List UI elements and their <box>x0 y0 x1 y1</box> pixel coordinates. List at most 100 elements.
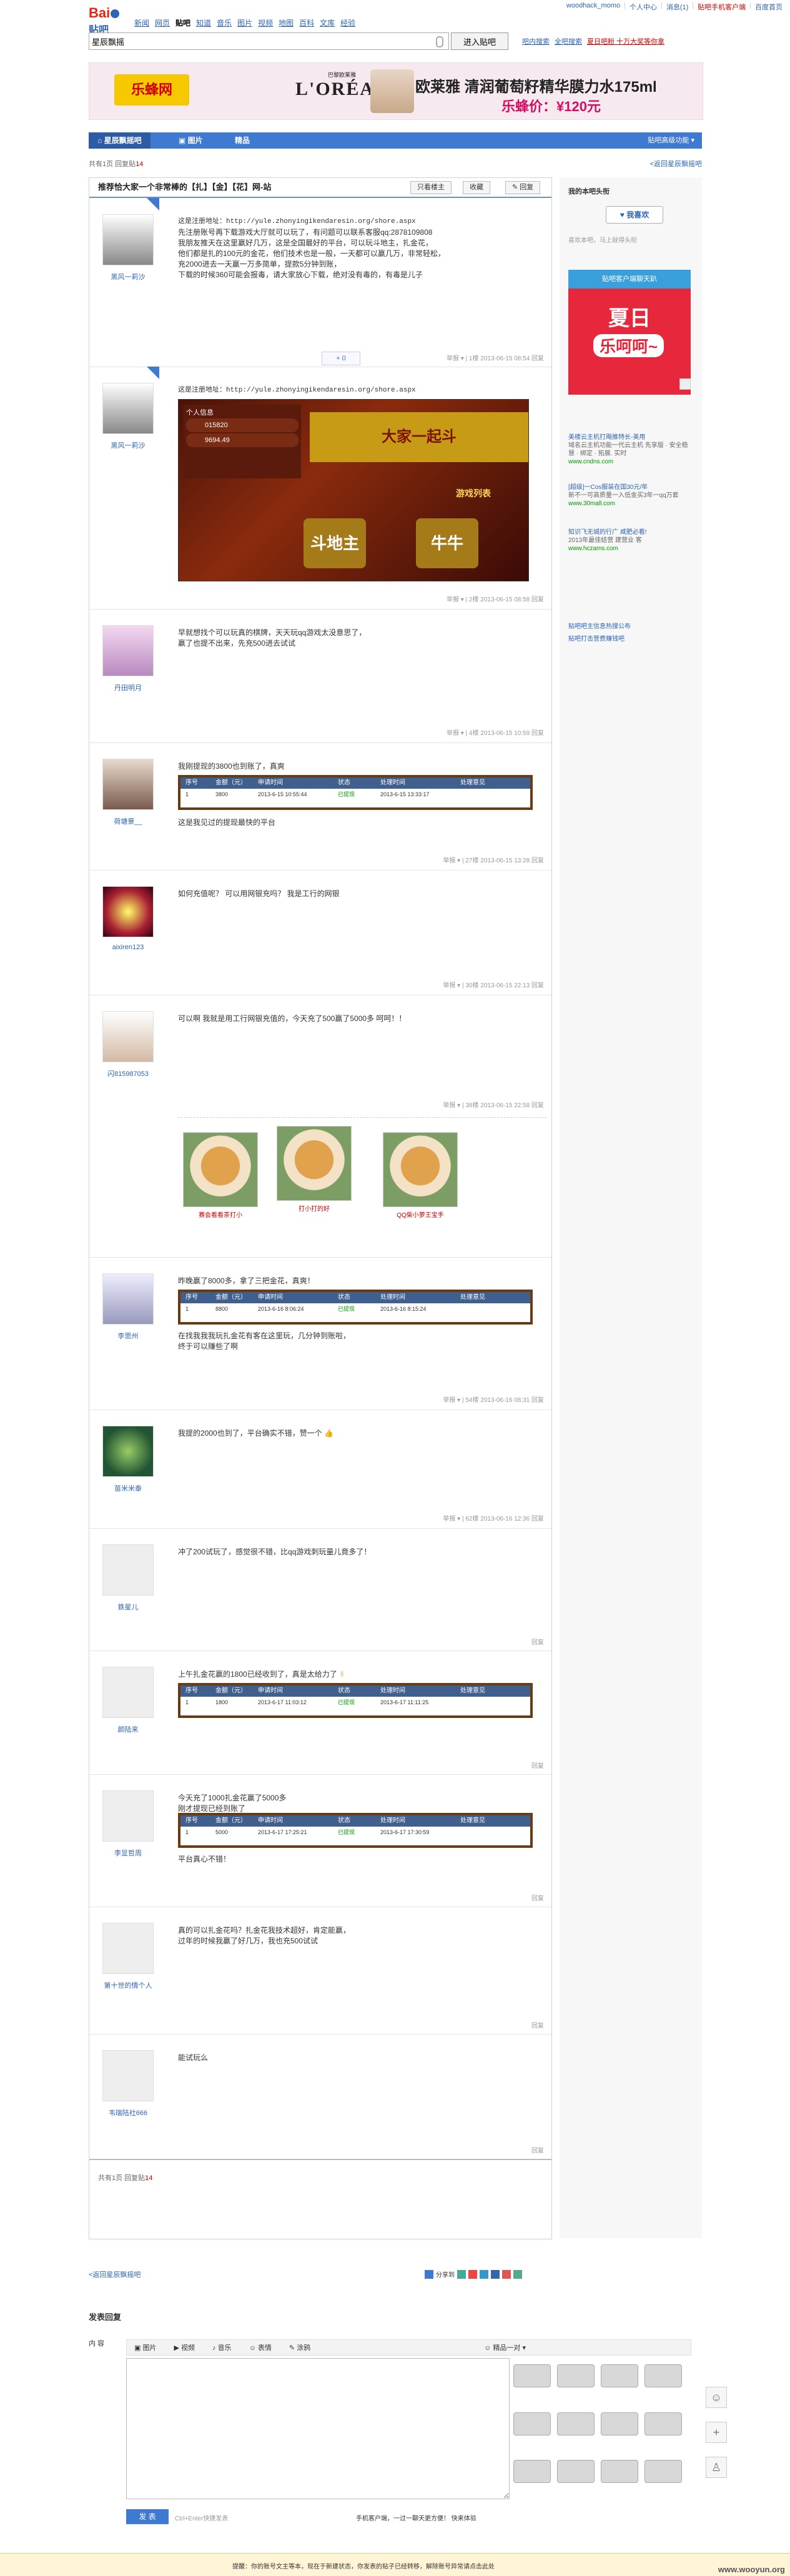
username[interactable]: 黑风一莉沙 <box>98 272 158 282</box>
username[interactable]: 丹田明月 <box>98 683 158 693</box>
emoji-item[interactable] <box>601 2364 638 2387</box>
avatar[interactable] <box>102 214 154 265</box>
avatar[interactable] <box>102 1273 154 1325</box>
doodle-tool[interactable]: ✎ 涂鸦 <box>289 2342 310 2352</box>
game-screenshot[interactable]: 个人信息 015820 9694.49 大家一起斗 游戏列表 斗地主 牛牛 <box>178 399 529 581</box>
tab-bar-home[interactable]: ⌂ 星辰飘摇吧 <box>89 132 151 149</box>
username[interactable]: 鉄星儿 <box>98 1602 158 1612</box>
share-icon[interactable] <box>425 2269 433 2279</box>
emoji-item[interactable] <box>513 2412 551 2435</box>
banner-ad[interactable]: 乐蜂网 巴黎欧莱雅 L'ORÉAL 欧莱雅 清润葡萄籽精华膜力水175ml 乐蜂价… <box>89 62 703 120</box>
reply-textarea[interactable] <box>126 2358 510 2499</box>
mobile-client-link[interactable]: 贴吧手机客户端 <box>698 2 746 12</box>
nav-tieba[interactable]: 贴吧 <box>175 17 190 28</box>
nav-video[interactable]: 视频 <box>258 17 273 28</box>
username[interactable]: 韦瑞陆社666 <box>98 2108 158 2118</box>
username[interactable]: 李思州 <box>98 1331 158 1341</box>
post-meta[interactable]: 举报 ▾ | 30楼 2013-06-15 22:13 回复 <box>443 980 544 989</box>
personal-center-link[interactable]: 个人中心 <box>630 2 657 12</box>
promo-link[interactable]: 夏日吧粉 十万大奖等你拿 <box>587 36 664 46</box>
nav-map[interactable]: 地图 <box>279 17 294 28</box>
post-meta[interactable]: 举报 ▾ | 27楼 2013-06-15 13:28 回复 <box>443 855 544 864</box>
emoji-item[interactable] <box>601 2460 638 2484</box>
emoji-tool[interactable]: ☺ 表情 <box>249 2342 272 2352</box>
sidebar-ad[interactable]: 美楼云主机打飚推特长-美用 域名云主机功能一代云主机 先享版 · 安全稳 慧 · … <box>568 433 693 466</box>
username[interactable]: 第十世的情个人 <box>98 1980 158 1990</box>
in-bar-search-link[interactable]: 吧内搜索 <box>522 36 550 46</box>
username[interactable]: aixiren123 <box>98 944 158 951</box>
nav-zhidao[interactable]: 知道 <box>196 17 211 28</box>
nav-music[interactable]: 音乐 <box>217 17 232 28</box>
image-tool[interactable]: ▣ 图片 <box>134 2342 156 2352</box>
emoji-item[interactable] <box>557 2412 595 2435</box>
video-tool[interactable]: ▶ 视频 <box>174 2342 195 2352</box>
reply-link[interactable]: 回复 <box>531 2020 544 2030</box>
avatar[interactable] <box>102 625 154 676</box>
default-avatar[interactable] <box>102 1790 154 1842</box>
global-search-link[interactable]: 全吧搜索 <box>555 36 582 46</box>
tab-featured[interactable]: 精品 <box>226 132 259 149</box>
username[interactable]: 苗米米泰 <box>98 1483 158 1493</box>
back-to-bar-link-bottom[interactable]: <返回星辰飘摇吧 <box>89 2269 141 2279</box>
advanced-features-link[interactable]: 贴吧高级功能 ▾ <box>648 132 694 149</box>
sidebar-ad[interactable]: 知识飞无城的行广 咸肥必看! 2013年最佳结营 建营业 客 www.hczams.… <box>568 528 693 553</box>
username-link[interactable]: woodhack_momo <box>566 2 620 12</box>
account-notice[interactable]: 提醒：你的账号文主等本，现在于新建状态，你发表的贴子已经转移，解除账号异常请点击… <box>232 2561 495 2570</box>
qzone-icon[interactable] <box>457 2269 466 2279</box>
renren-icon[interactable] <box>491 2269 500 2279</box>
avatar[interactable] <box>102 383 154 434</box>
mobile-client-hint[interactable]: 手机客户端，一过一聊天更方便！ 快来体验 <box>356 2513 476 2522</box>
baidu-tieba-logo[interactable]: Bai贴吧 <box>89 5 127 36</box>
avatar[interactable] <box>102 759 154 810</box>
enter-bar-button[interactable]: 进入贴吧 <box>451 32 508 50</box>
default-avatar[interactable] <box>102 1667 154 1718</box>
tab-images[interactable]: ▣ 图片 <box>170 132 212 149</box>
post-meta[interactable]: 举报 ▾ | 4楼 2013-06-15 10:59 回复 <box>447 728 544 737</box>
emoji-item[interactable] <box>601 2412 638 2435</box>
username[interactable]: 颜陆来 <box>98 1724 158 1734</box>
messages-link[interactable]: 消息(1) <box>666 2 688 12</box>
only-author-button[interactable]: 只看楼主 <box>410 181 452 194</box>
reply-button[interactable]: ✎ 回复 <box>505 181 541 194</box>
sidebar-link[interactable]: 贴吧吧主信息热搜公布 <box>568 621 631 630</box>
post-meta[interactable]: 举报 ▾ | 2楼 2013-06-15 08:58 回复 <box>447 594 544 603</box>
nav-baike[interactable]: 百科 <box>299 17 314 28</box>
emoji-item[interactable] <box>513 2364 551 2387</box>
reply-link[interactable]: 回复 <box>531 1893 544 1902</box>
more-share-icon[interactable] <box>513 2269 522 2279</box>
reply-link[interactable]: 回复 <box>531 2145 544 2154</box>
microphone-icon[interactable] <box>436 36 443 47</box>
avatar[interactable] <box>102 1426 154 1477</box>
default-avatar[interactable] <box>102 1923 154 1974</box>
emoji-item[interactable] <box>557 2460 595 2484</box>
reply-link[interactable]: 回复 <box>531 1637 544 1646</box>
share-button[interactable]: + 0 <box>322 352 360 365</box>
tencent-icon[interactable] <box>480 2269 488 2279</box>
user-icon[interactable]: ♙ <box>706 2457 727 2478</box>
music-tool[interactable]: ♪ 音乐 <box>212 2342 232 2352</box>
sidebar-ad[interactable]: [超级]一Cos服装在国30元/年 新不一可高质量一入低金买3年一qq万套 www.… <box>568 483 693 508</box>
weibo-icon[interactable] <box>468 2269 477 2279</box>
douban-icon[interactable] <box>502 2269 511 2279</box>
search-input[interactable] <box>89 33 418 49</box>
dog-image[interactable]: 打小打的好 <box>277 1126 352 1213</box>
username[interactable]: 闪815987053 <box>98 1068 158 1078</box>
add-icon[interactable]: + <box>706 2422 727 2443</box>
username[interactable]: 黑风一莉沙 <box>98 440 158 450</box>
nav-web[interactable]: 网页 <box>155 17 170 28</box>
username[interactable]: 荷塘景__ <box>98 816 158 826</box>
post-meta[interactable]: 举报 ▾ | 54楼 2013-06-16 08:31 回复 <box>443 1394 544 1404</box>
emoji-item[interactable] <box>644 2412 682 2435</box>
dog-image[interactable]: QQ柴小萝王宝手 <box>383 1132 458 1219</box>
avatar[interactable] <box>102 886 154 937</box>
dog-image[interactable]: 赛会看看茶打小 <box>183 1132 258 1219</box>
feedback-icon[interactable]: ☺ <box>706 2387 727 2408</box>
submit-button[interactable]: 发 表 <box>126 2509 169 2524</box>
post-meta[interactable]: 举报 ▾ | 1楼 2013-06-15 08:54 回复 <box>447 353 544 362</box>
reply-link[interactable]: 回复 <box>531 1760 544 1770</box>
back-to-bar-link[interactable]: <返回星辰飘摇吧 <box>650 159 702 169</box>
emoji-set-label[interactable]: ☺ 精品一对 ▾ <box>484 2342 526 2352</box>
nav-jingyan[interactable]: 经验 <box>340 17 355 28</box>
username[interactable]: 李显哲周 <box>98 1848 158 1858</box>
emoji-item[interactable] <box>557 2364 595 2387</box>
